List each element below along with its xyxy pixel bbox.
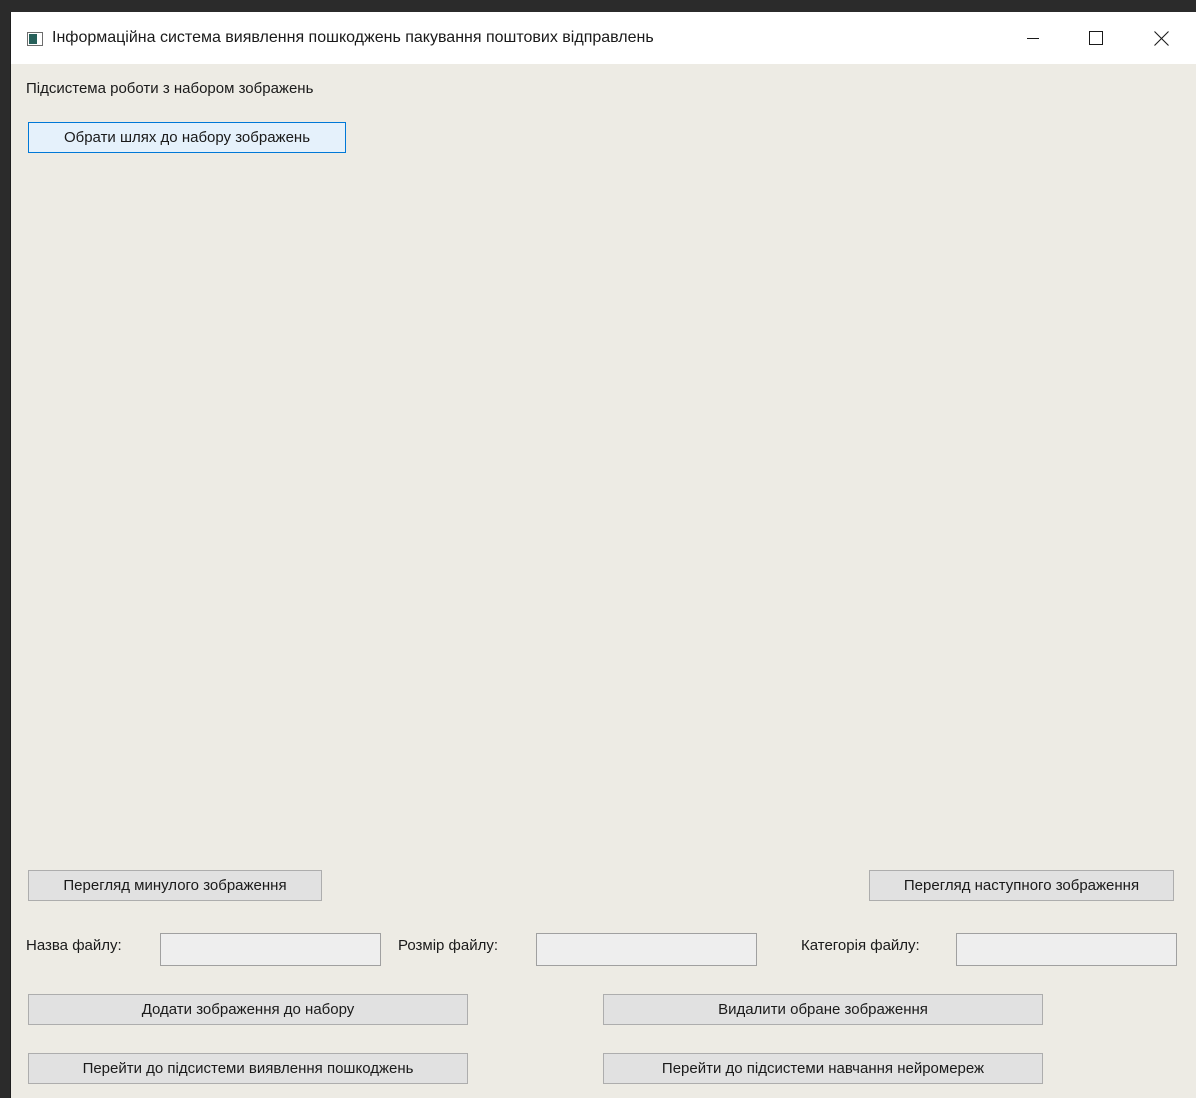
prev-image-button[interactable]: Перегляд минулого зображення — [28, 870, 322, 901]
close-icon — [1153, 30, 1169, 46]
file-category-field[interactable] — [956, 933, 1177, 966]
file-name-field[interactable] — [160, 933, 381, 966]
minimize-icon — [1027, 38, 1039, 39]
minimize-button[interactable] — [1003, 12, 1063, 64]
title-bar: Інформаційна система виявлення пошкоджен… — [11, 12, 1196, 64]
goto-detection-button[interactable]: Перейти до підсистеми виявлення пошкодже… — [28, 1053, 468, 1084]
app-window-icon — [27, 32, 43, 46]
next-image-button[interactable]: Перегляд наступного зображення — [869, 870, 1174, 901]
window-title: Інформаційна система виявлення пошкоджен… — [52, 29, 654, 46]
maximize-button[interactable] — [1066, 12, 1126, 64]
add-image-button[interactable]: Додати зображення до набору — [28, 994, 468, 1025]
subsystem-label: Підсистема роботи з набором зображень — [26, 80, 314, 97]
file-name-label: Назва файлу: — [26, 937, 122, 954]
select-path-button[interactable]: Обрати шлях до набору зображень — [28, 122, 346, 153]
main-content: Підсистема роботи з набором зображень Об… — [11, 64, 1196, 1098]
maximize-icon — [1089, 31, 1103, 45]
app-window: Інформаційна система виявлення пошкоджен… — [10, 12, 1196, 1098]
file-size-field[interactable] — [536, 933, 757, 966]
image-preview-area — [26, 164, 1186, 854]
goto-training-button[interactable]: Перейти до підсистеми навчання нейромере… — [603, 1053, 1043, 1084]
close-button[interactable] — [1131, 12, 1191, 64]
file-category-label: Категорія файлу: — [801, 937, 920, 954]
delete-image-button[interactable]: Видалити обране зображення — [603, 994, 1043, 1025]
file-size-label: Розмір файлу: — [398, 937, 499, 954]
